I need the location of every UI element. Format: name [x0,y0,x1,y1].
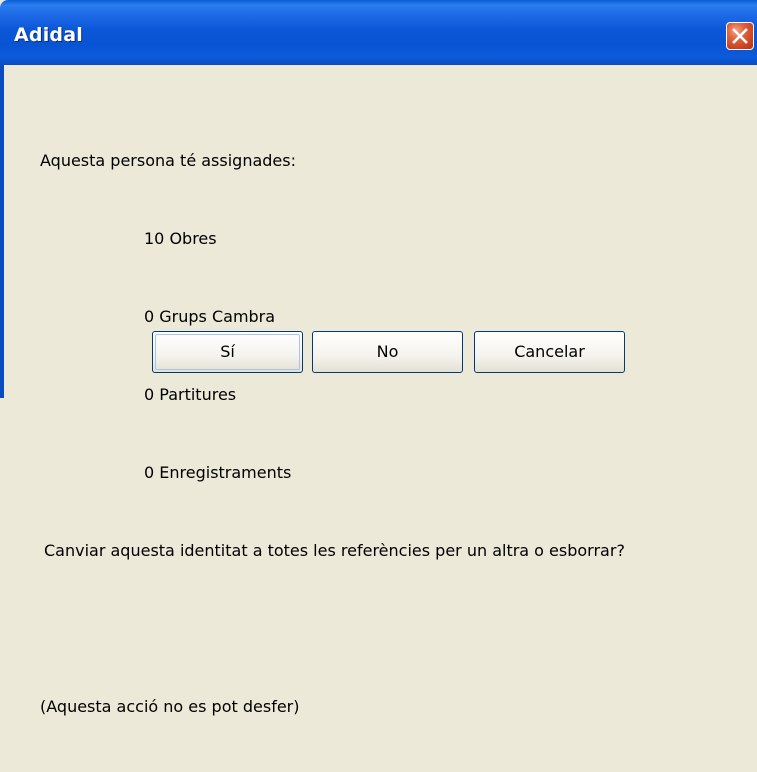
close-icon [732,28,748,44]
message-question: Canviar aquesta identitat a totes les re… [44,541,625,560]
cancel-button[interactable]: Cancelar [474,331,625,373]
message-intro: Aquesta persona té assignades: [40,151,296,170]
dialog-title: Adidal [14,24,83,46]
no-button[interactable]: No [312,331,463,373]
message-item: 0 Enregistraments [144,463,292,482]
message-item: 10 Obres [144,229,217,248]
yes-button[interactable]: Sí [152,331,303,373]
close-button[interactable] [726,22,754,50]
message-text: Aquesta persona té assignades: 10 Obres … [40,96,625,772]
message-spacer [40,616,625,642]
message-item: 0 Grups Cambra [144,307,276,326]
message-item: 0 Partitures [144,385,237,404]
dialog-window: Adidal Aquesta persona té assignades: 10… [0,0,757,716]
title-bar[interactable]: Adidal [0,0,757,65]
message-warning: (Aquesta acció no es pot desfer) [40,697,300,716]
